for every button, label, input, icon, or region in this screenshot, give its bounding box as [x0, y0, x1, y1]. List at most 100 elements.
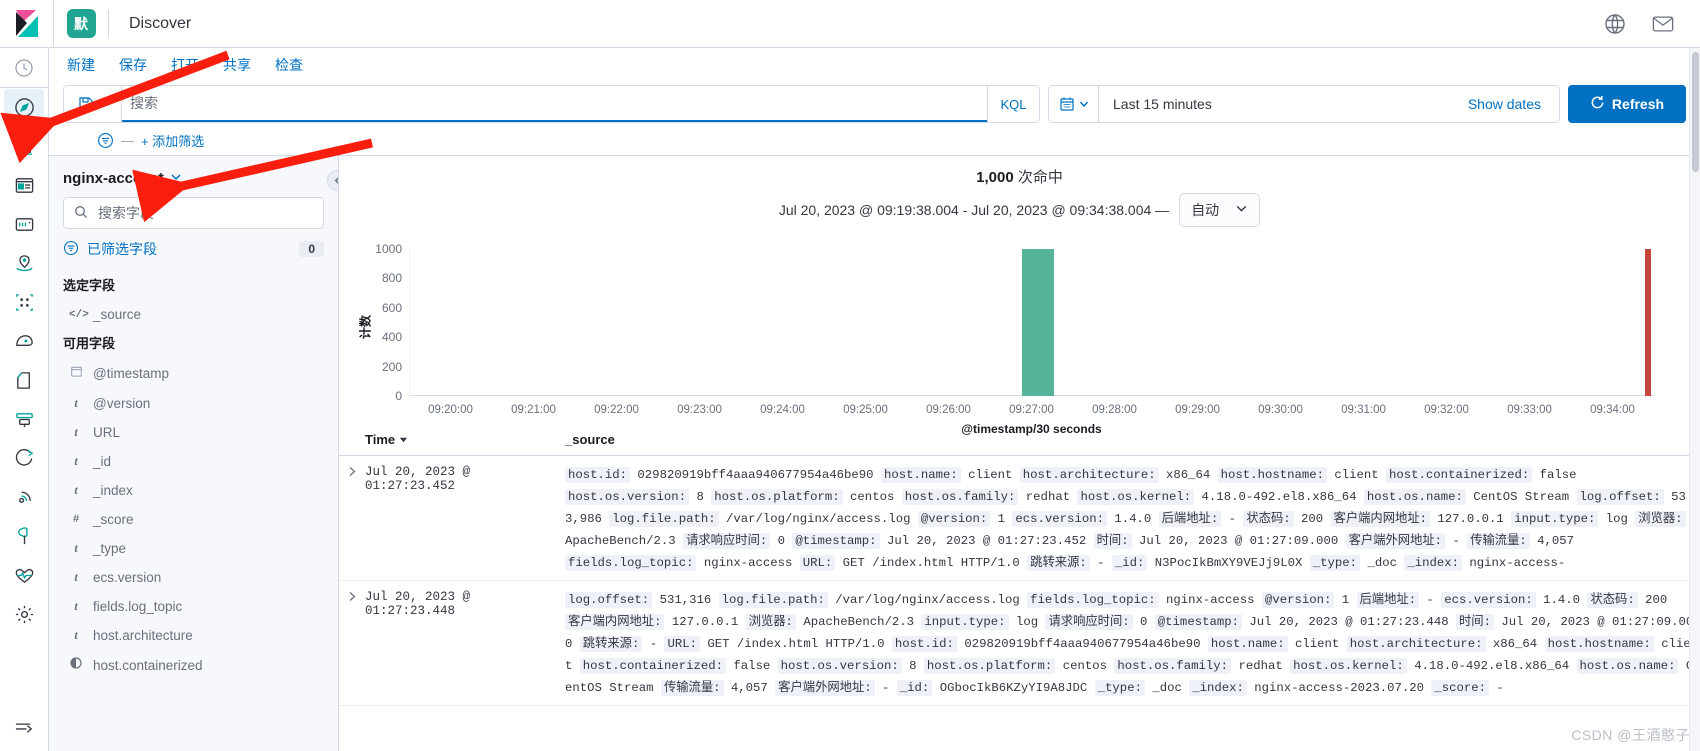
source-value: 029820919bff4aaa940677954a46be90	[630, 468, 881, 482]
source-value: Jul 20, 2023 @ 01:27:23.448	[1241, 615, 1456, 629]
add-filter-button[interactable]: + 添加筛选	[141, 131, 204, 150]
string-type-icon: t	[74, 570, 78, 584]
source-key: 后端地址:	[1158, 511, 1222, 527]
chart-bar[interactable]	[1645, 249, 1651, 396]
source-key: log.offset:	[1576, 489, 1664, 505]
chart-x-tick: 09:27:00	[1009, 404, 1054, 416]
time-range-value[interactable]: Last 15 minutes	[1099, 86, 1450, 122]
refresh-button[interactable]: Refresh	[1568, 85, 1686, 123]
chevron-down-icon	[1235, 202, 1248, 218]
field-search-wrap	[49, 197, 338, 239]
sidebar-item-recently-viewed[interactable]	[4, 49, 44, 86]
space-avatar-wrap[interactable]: 默	[54, 0, 108, 47]
show-dates-button[interactable]: Show dates	[1450, 86, 1559, 122]
expand-row-icon[interactable]	[339, 589, 365, 699]
sidebar-item-machine-learning[interactable]	[4, 323, 44, 360]
sidebar-item-canvas[interactable]	[4, 206, 44, 243]
field-item-type[interactable]: t _type	[49, 534, 338, 563]
sidebar-item-management[interactable]	[4, 596, 44, 633]
interval-select[interactable]: 自动	[1179, 193, 1261, 227]
source-value: client	[1287, 637, 1347, 651]
date-type-icon	[69, 365, 83, 382]
sidebar-item-discover[interactable]	[4, 89, 44, 126]
mail-icon[interactable]	[1652, 13, 1674, 35]
sort-desc-icon	[399, 432, 408, 447]
search-icon	[74, 205, 88, 222]
expand-row-icon[interactable]	[339, 464, 365, 574]
table-row[interactable]: Jul 20, 2023 @ 01:27:23.448 log.offset: 5…	[339, 581, 1700, 706]
nav-share[interactable]: 共享	[223, 55, 251, 75]
sidebar-item-stack-monitoring[interactable]	[4, 557, 44, 594]
source-value: 0	[1132, 615, 1155, 629]
field-item-ecs-version[interactable]: t ecs.version	[49, 563, 338, 592]
field-item-index[interactable]: t _index	[49, 476, 338, 505]
field-item-timestamp[interactable]: @timestamp	[49, 358, 338, 389]
sidebar-item-dashboard[interactable]	[4, 167, 44, 204]
filtered-fields-row[interactable]: 已筛选字段 0	[49, 239, 338, 271]
sidebar-item-logs[interactable]	[4, 362, 44, 399]
index-pattern-label: nginx-access*	[63, 170, 164, 187]
field-label: @version	[93, 396, 151, 411]
sidebar-item-metrics[interactable]	[4, 401, 44, 438]
field-search-box[interactable]	[63, 197, 324, 229]
nav-open[interactable]: 打开	[171, 55, 199, 75]
source-value: 1.4.0	[1535, 593, 1588, 607]
sidebar-item-apm[interactable]	[4, 440, 44, 477]
space-avatar[interactable]: 默	[66, 9, 96, 38]
page-scrollbar[interactable]	[1689, 48, 1700, 751]
search-input[interactable]	[122, 86, 987, 122]
field-item-score[interactable]: # _score	[49, 505, 338, 534]
chart-x-tick: 09:30:00	[1258, 404, 1303, 416]
collapse-nav-icon[interactable]	[4, 713, 44, 750]
field-item-host-containerized[interactable]: host.containerized	[49, 650, 338, 680]
source-value: client	[960, 468, 1020, 482]
scrollbar-thumb[interactable]	[1692, 52, 1699, 172]
chart-bar[interactable]	[1021, 249, 1054, 396]
string-type-icon: t	[74, 541, 78, 555]
field-item-source[interactable]: </> _source	[49, 300, 338, 329]
source-key: ecs.version:	[1441, 592, 1536, 608]
filter-bar: — + 添加筛选	[49, 125, 1700, 155]
source-value: /var/log/nginx/access.log	[827, 593, 1028, 607]
documents-table: Time _source Jul 20, 2023 @ 01:27:23.452…	[339, 428, 1700, 751]
query-language-button[interactable]: KQL	[987, 86, 1039, 122]
chart-y-tick: 800	[381, 271, 402, 286]
histogram-chart[interactable]: 计数 0 200 400 600 800 1000 09:20:00 09:21:00 09:…	[357, 239, 1682, 436]
sidebar-item-graph[interactable]	[4, 284, 44, 321]
source-value: x86_64	[1158, 468, 1218, 482]
field-item-host-architecture[interactable]: t host.architecture	[49, 621, 338, 650]
nav-inspect[interactable]: 检查	[275, 55, 303, 75]
nav-save[interactable]: 保存	[119, 55, 147, 75]
source-key: 浏览器:	[745, 614, 796, 630]
sidebar-item-maps[interactable]	[4, 245, 44, 282]
sidebar-item-uptime[interactable]	[4, 479, 44, 516]
sidebar-item-dev-tools[interactable]	[4, 518, 44, 555]
field-label: ecs.version	[93, 570, 162, 585]
discover-results: 1,000 次命中 Jul 20, 2023 @ 09:19:38.004 - …	[339, 156, 1700, 751]
refresh-icon	[1590, 95, 1605, 113]
hits-count: 1,000	[976, 169, 1014, 186]
source-value: -	[1445, 534, 1468, 548]
saved-query-button[interactable]	[64, 86, 122, 122]
source-value: OGbocIkB6KZyYI9A8JDC	[932, 681, 1095, 695]
field-item-id[interactable]: t _id	[49, 447, 338, 476]
selected-fields-list: </> _source	[49, 300, 338, 329]
index-pattern-selector[interactable]: nginx-access*	[49, 156, 338, 197]
sidebar-item-visualize[interactable]	[4, 128, 44, 165]
filter-icon[interactable]	[97, 132, 114, 149]
field-search-input[interactable]	[96, 204, 313, 222]
source-key: URL:	[664, 636, 701, 652]
chart-x-tick: 09:34:00	[1590, 404, 1635, 416]
field-item-log-topic[interactable]: t fields.log_topic	[49, 592, 338, 621]
elastic-logo[interactable]	[0, 0, 54, 47]
table-row[interactable]: Jul 20, 2023 @ 01:27:23.452 host.id: 0298…	[339, 456, 1700, 581]
help-icon[interactable]	[1604, 13, 1626, 35]
field-label: @timestamp	[93, 366, 169, 381]
field-item-version[interactable]: t @version	[49, 389, 338, 418]
field-item-url[interactable]: t URL	[49, 418, 338, 447]
chart-y-tick: 600	[381, 300, 402, 315]
calendar-icon-button[interactable]	[1049, 86, 1099, 122]
nav-new[interactable]: 新建	[67, 55, 95, 75]
source-key: _type:	[1094, 680, 1145, 696]
source-key: 后端地址:	[1356, 592, 1420, 608]
